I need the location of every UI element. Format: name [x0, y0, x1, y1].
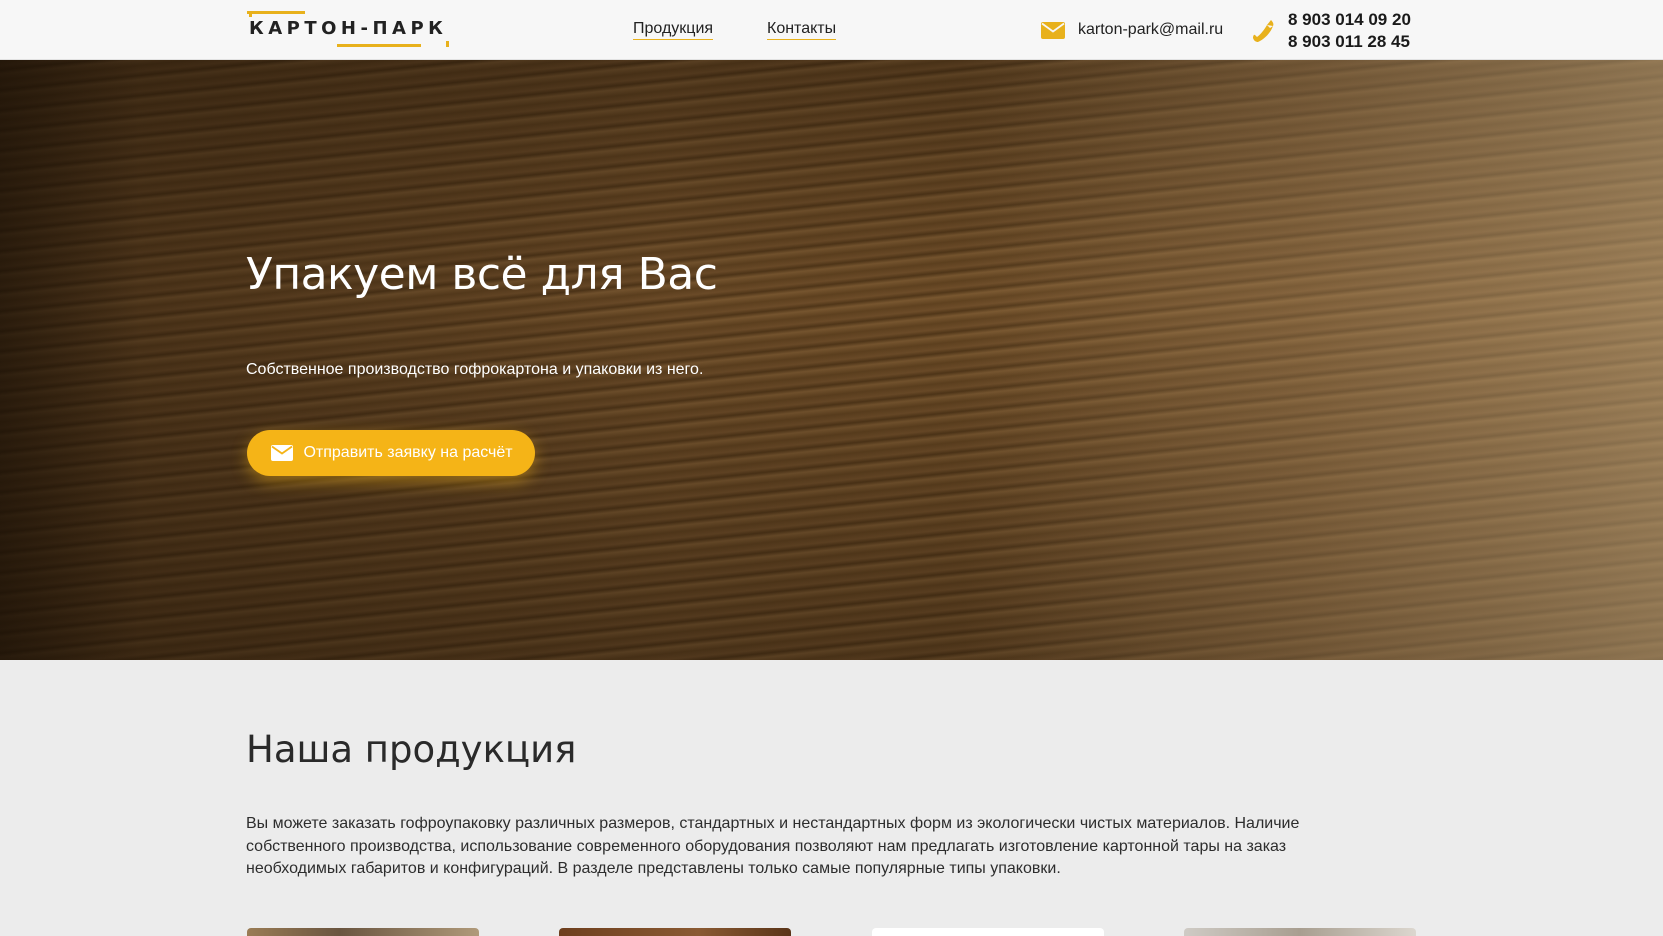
logo[interactable]: КАРТОН-ПАРК	[247, 11, 450, 47]
phone-numbers: 8 903 014 09 20 8 903 011 28 45	[1288, 9, 1411, 53]
logo-text: КАРТОН-ПАРК	[249, 18, 448, 39]
request-quote-label: Отправить заявку на расчёт	[303, 443, 513, 461]
logo-decoration	[337, 44, 421, 47]
products-section-title: Наша продукция	[246, 728, 577, 771]
mail-icon	[1041, 22, 1065, 39]
phone-number-1[interactable]: 8 903 014 09 20	[1288, 9, 1411, 31]
site-header: КАРТОН-ПАРК Продукция Контакты karton-pa…	[0, 0, 1663, 60]
hero-banner: Упакуем всё для Вас Собственное производ…	[0, 60, 1663, 660]
email-link[interactable]: karton-park@mail.ru	[1078, 21, 1223, 39]
hero-title: Упакуем всё для Вас	[246, 249, 718, 300]
logo-decoration	[249, 11, 252, 17]
product-cards	[247, 928, 1417, 936]
logo-decoration	[446, 41, 450, 47]
hero-subtitle: Собственное производство гофрокартона и …	[246, 361, 704, 378]
nav-link-contacts[interactable]: Контакты	[767, 20, 837, 40]
nav-link-products[interactable]: Продукция	[633, 20, 714, 40]
request-quote-button[interactable]: Отправить заявку на расчёт	[247, 430, 535, 476]
logo-decoration	[247, 11, 305, 14]
hero-background-light	[963, 60, 1663, 660]
hero-background-shade	[0, 60, 140, 660]
phone-icon	[1253, 20, 1274, 42]
product-card[interactable]	[872, 928, 1104, 936]
product-card[interactable]	[247, 928, 479, 936]
mail-icon	[271, 444, 293, 461]
phone-number-2[interactable]: 8 903 011 28 45	[1288, 31, 1411, 53]
product-card[interactable]	[559, 928, 791, 936]
products-description: Вы можете заказать гофроупаковку различн…	[246, 815, 1300, 877]
product-card[interactable]	[1184, 928, 1416, 936]
